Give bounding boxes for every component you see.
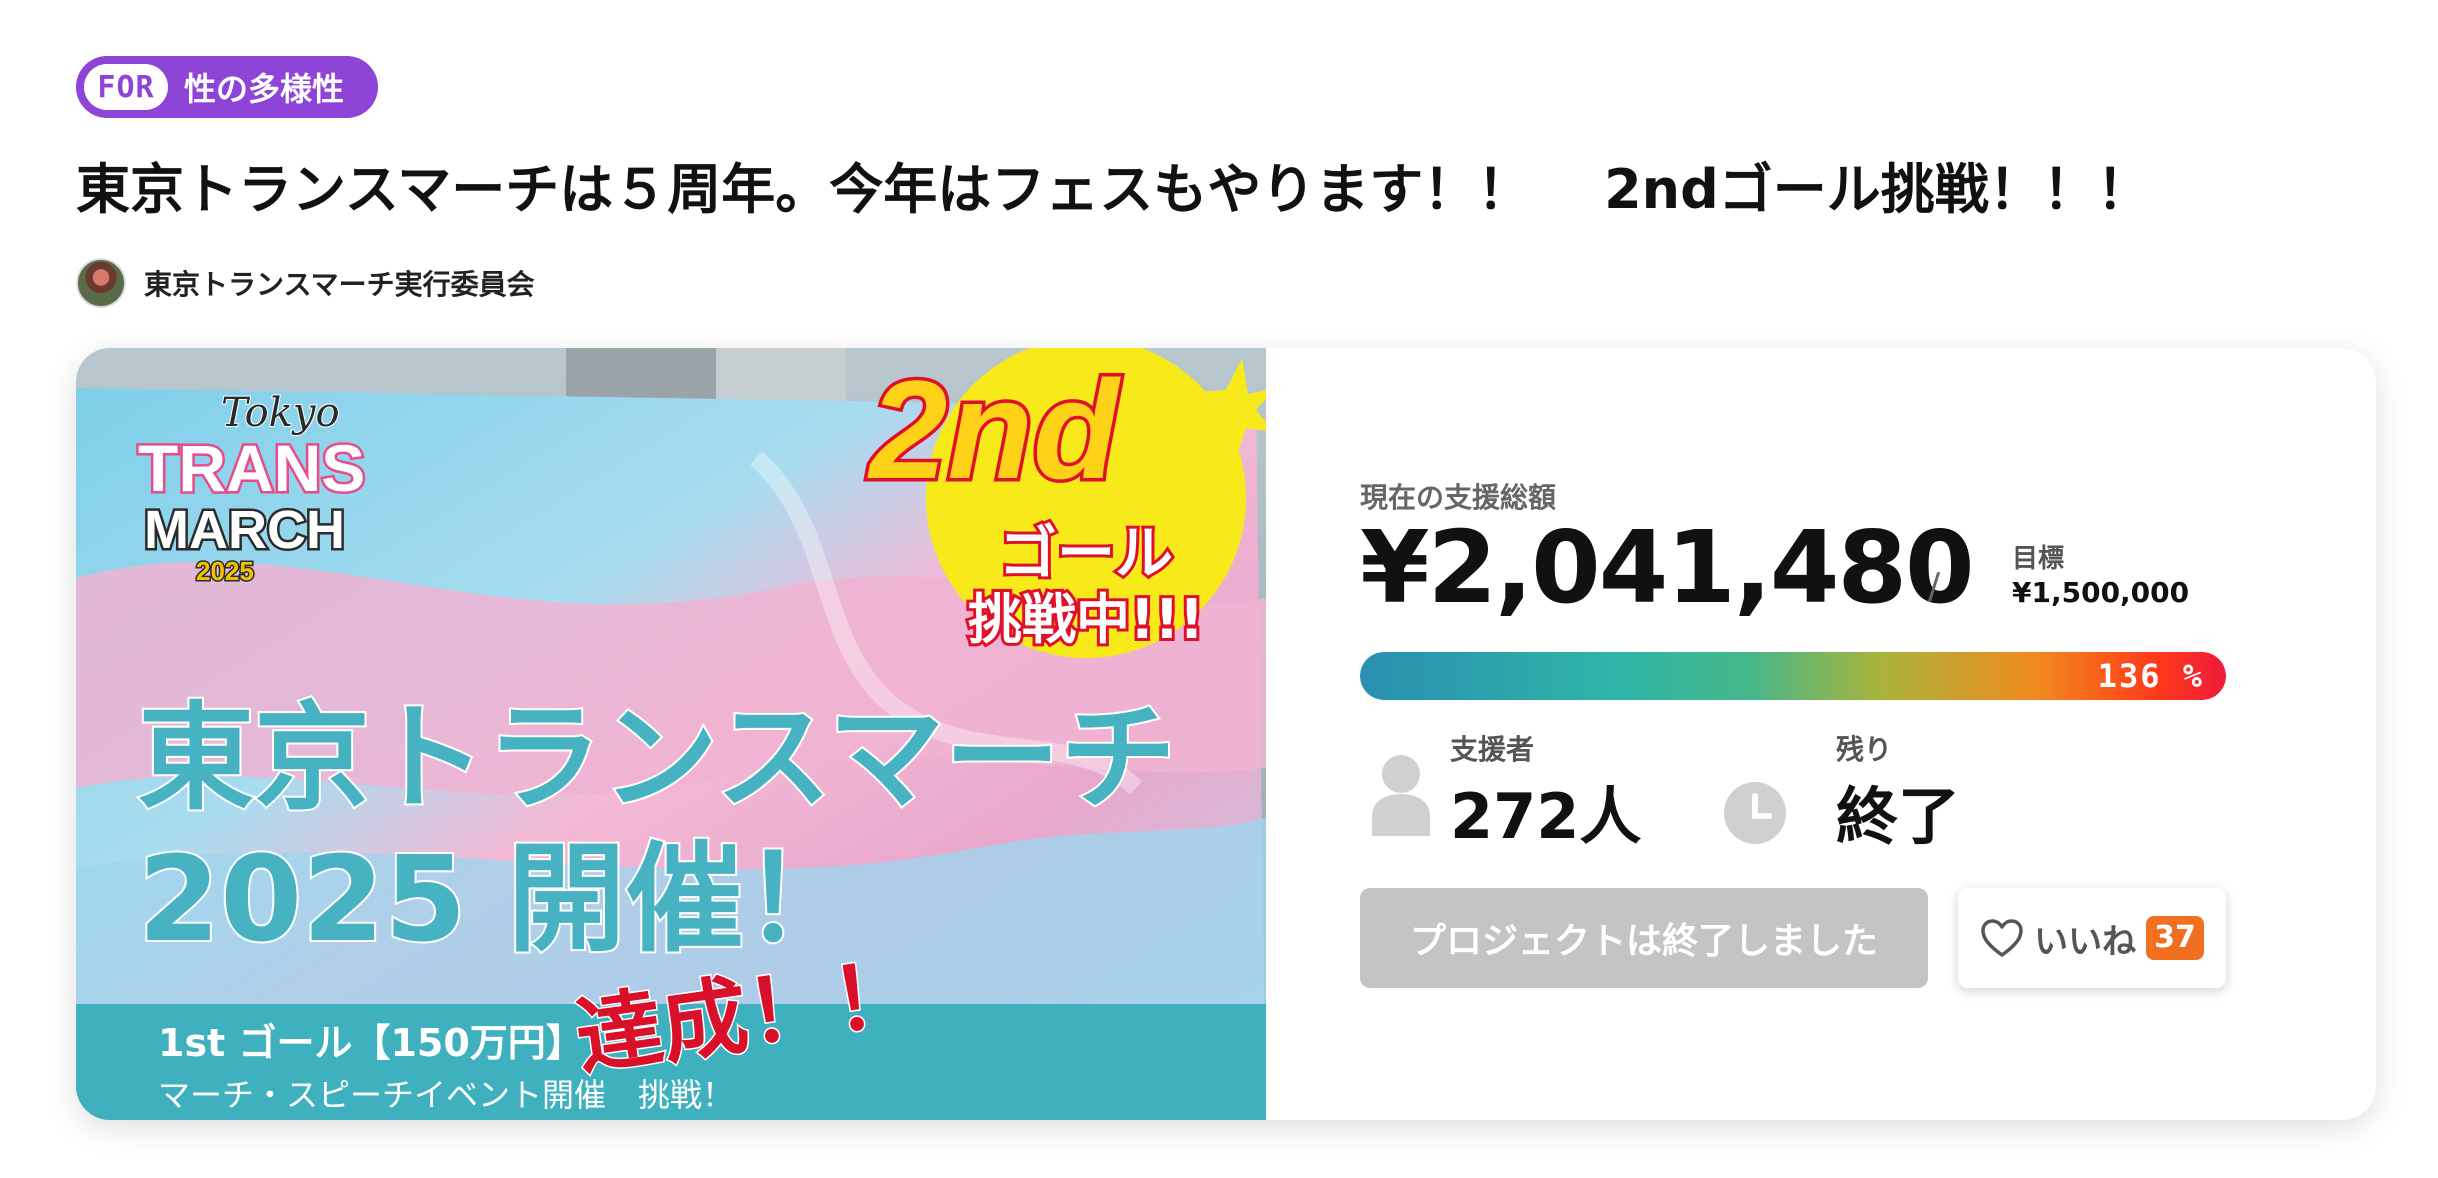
amount-divider: / xyxy=(1928,566,1941,607)
hero-artwork: Tokyo TRANS MARCH 2025 2nd ゴール 挑戦中!!! 東京… xyxy=(76,348,1266,1120)
category-tag[interactable]: FOR 性の多様性 xyxy=(76,56,378,118)
badge-2nd: 2nd xyxy=(867,351,1121,508)
owner-name[interactable]: 東京トランスマーチ実行委員会 xyxy=(144,263,535,303)
like-button[interactable]: いいね 37 xyxy=(1958,888,2226,988)
owner-avatar[interactable] xyxy=(76,258,126,308)
funding-progress-bar: 136 % xyxy=(1360,652,2226,700)
category-prefix: FOR xyxy=(84,64,168,110)
person-icon xyxy=(1372,755,1430,836)
funding-percent: 136 % xyxy=(2097,657,2204,695)
remaining-label: 残り xyxy=(1836,733,1893,766)
project-hero-image: Tokyo TRANS MARCH 2025 2nd ゴール 挑戦中!!! 東京… xyxy=(76,348,1266,1120)
funding-panel: 現在の支援総額 ¥2,041,480 / 目標 ¥1,500,000 136 %… xyxy=(1266,348,2376,1120)
hero-headline-1: 東京トランスマーチ xyxy=(138,691,1176,826)
hero-banner-line-2: マーチ・スピーチイベント開催 挑戦！ xyxy=(158,1076,734,1114)
like-count: 37 xyxy=(2146,916,2204,960)
project-title: 東京トランスマーチは５周年。今年はフェスもやります！！ 2ndゴール挑戦！！！ xyxy=(76,158,2151,221)
project-summary-card: Tokyo TRANS MARCH 2025 2nd ゴール 挑戦中!!! 東京… xyxy=(76,348,2376,1120)
current-amount: ¥2,041,480 xyxy=(1360,509,1975,626)
hero-banner-line-1: 1st ゴール【150万円】 xyxy=(158,1021,584,1065)
hero-headline-2: 2025 開催！ xyxy=(138,830,862,968)
project-owner[interactable]: 東京トランスマーチ実行委員会 xyxy=(76,258,535,308)
logo-line-2: TRANS xyxy=(138,431,365,505)
goal-amount: ¥1,500,000 xyxy=(2012,576,2190,609)
supporters-value: 272人 xyxy=(1450,780,1642,853)
remaining-value: 終了 xyxy=(1836,780,1961,853)
logo-line-3: MARCH xyxy=(144,500,345,560)
logo-line-4: 2025 xyxy=(196,556,254,586)
funding-progress-fill xyxy=(1360,652,2226,700)
badge-challenge: 挑戦中!!! xyxy=(968,588,1204,651)
like-label: いいね xyxy=(2034,921,2137,962)
goal-label: 目標 xyxy=(2012,544,2065,574)
heart-icon xyxy=(1981,919,2023,957)
category-label: 性の多様性 xyxy=(184,70,345,108)
supporters-label: 支援者 xyxy=(1450,733,1535,766)
badge-goal: ゴール xyxy=(999,519,1173,587)
clock-icon xyxy=(1724,782,1786,844)
project-ended-button: プロジェクトは終了しました xyxy=(1360,888,1928,988)
logo-line-1: Tokyo xyxy=(221,390,340,436)
